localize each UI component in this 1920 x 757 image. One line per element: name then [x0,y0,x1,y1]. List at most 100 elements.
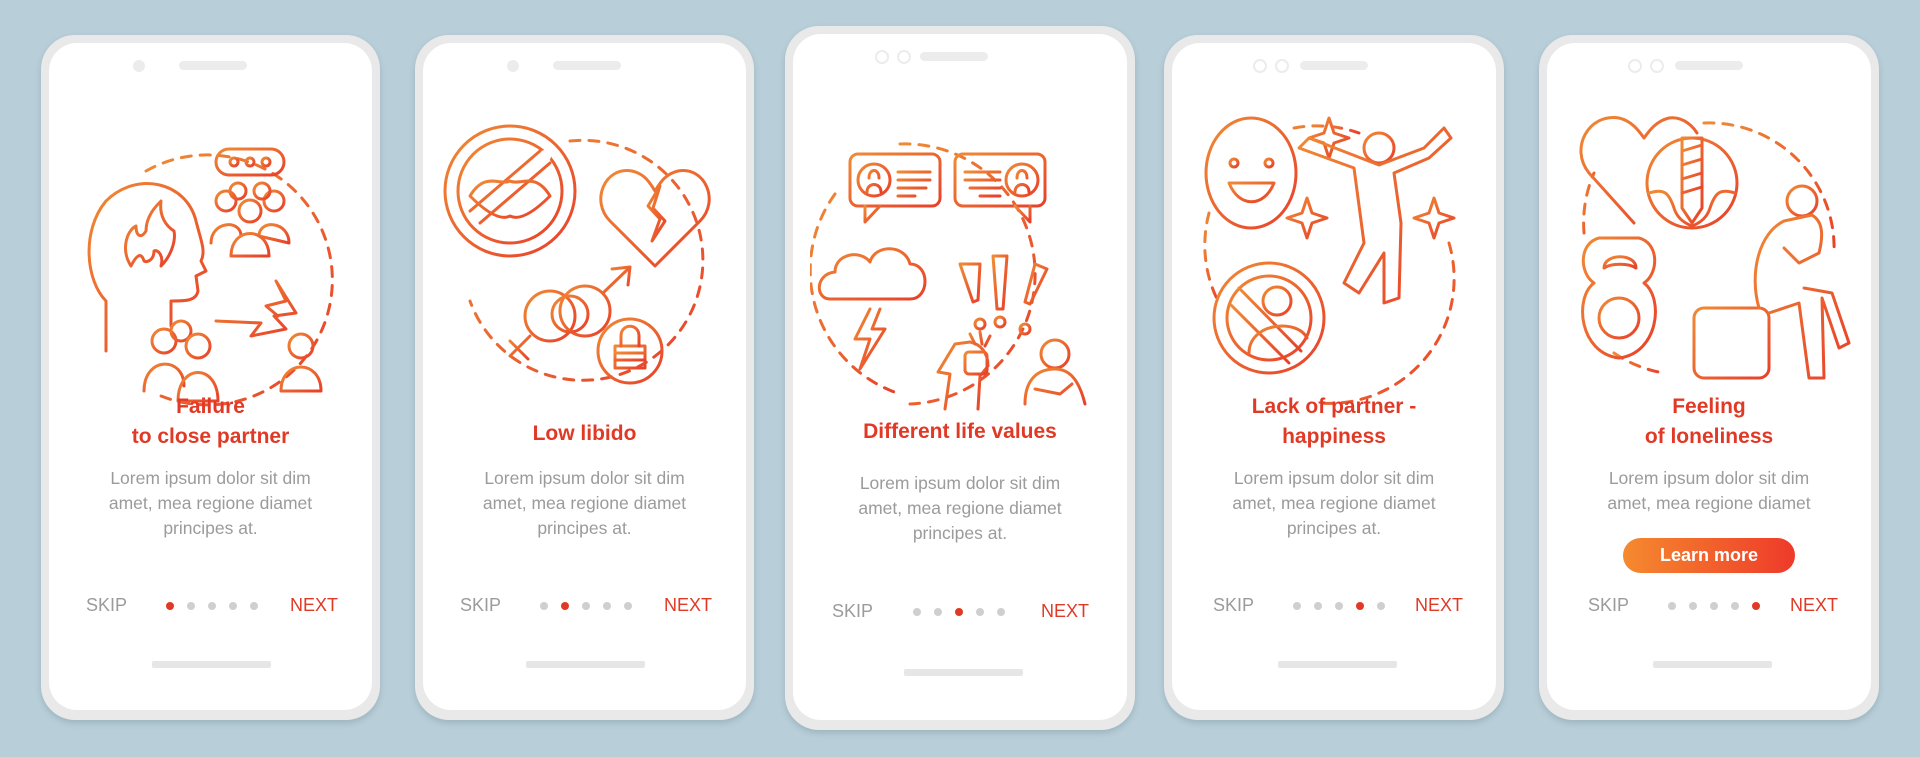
next-button[interactable]: NEXT [1790,595,1838,616]
description-line: principes at. [163,518,258,538]
onboarding-screen-5: Feeling of loneliness Lorem ipsum dolor … [1539,35,1879,720]
title-line: Low libido [532,422,637,445]
box-icon [1692,306,1771,380]
home-indicator[interactable] [526,661,645,668]
sensor-ring [1275,59,1289,73]
description-line: Lorem ipsum dolor sit dim [859,473,1061,493]
page-dot-4[interactable] [1731,602,1739,610]
page-dot-4[interactable] [976,608,984,616]
page-dot-5[interactable] [1377,602,1385,610]
description-line: amet, mea regione diamet [108,493,313,513]
phone-screen: Feeling of loneliness Lorem ipsum dolor … [1547,43,1871,710]
page-dot-1[interactable] [166,602,174,610]
description-line: principes at. [1286,518,1382,538]
page-dot-5[interactable] [624,602,632,610]
page-dot-4[interactable] [603,602,611,610]
screen-title: Lack of partner - happiness [1182,392,1486,452]
heart-with-drill-icon [1579,116,1739,230]
page-dot-4[interactable] [229,602,237,610]
page-dot-2[interactable] [187,602,195,610]
learn-more-button[interactable]: Learn more [1623,538,1795,573]
screen-description: Lorem ipsum dolor sit dim amet, mea regi… [453,466,716,541]
skip-button[interactable]: SKIP [1213,595,1254,616]
title-line: Feeling [1672,395,1746,418]
page-indicator [540,602,632,610]
page-dot-3[interactable] [582,602,590,610]
page-dot-3[interactable] [955,608,963,616]
page-dot-4[interactable] [1356,602,1364,610]
skip-button[interactable]: SKIP [460,595,501,616]
page-dot-5[interactable] [250,602,258,610]
camera-dot [133,60,145,72]
page-dot-2[interactable] [1689,602,1697,610]
camera-ring [875,50,889,64]
speaker-bar [1675,61,1743,70]
skip-button[interactable]: SKIP [86,595,127,616]
group-icon [142,319,219,403]
screen-description: Lorem ipsum dolor sit dim amet, mea regi… [1577,466,1841,516]
page-dot-2[interactable] [934,608,942,616]
home-indicator[interactable] [1653,661,1772,668]
group-with-speech-bubble-icon [209,147,290,258]
page-dot-3[interactable] [1335,602,1343,610]
next-button[interactable]: NEXT [664,595,712,616]
speaker-bar [1300,61,1368,70]
lock-icon [596,317,663,385]
page-indicator [1668,602,1760,610]
speaker-bar [553,61,621,70]
page-dot-3[interactable] [1710,602,1718,610]
home-indicator[interactable] [904,669,1023,676]
screen-title: Different life values [803,417,1117,447]
description-line: Lorem ipsum dolor sit dim [110,468,311,488]
page-dot-1[interactable] [1668,602,1676,610]
page-indicator [166,602,258,610]
home-indicator[interactable] [1278,661,1397,668]
illustration-feeling-of-loneliness [1547,103,1871,423]
arguing-people-icon [936,330,1087,411]
screen-title: Feeling of loneliness [1557,392,1861,452]
phone-screen: Different life values Lorem ipsum dolor … [793,34,1127,720]
skip-button[interactable]: SKIP [832,601,873,622]
page-dot-1[interactable] [540,602,548,610]
page-dot-1[interactable] [913,608,921,616]
lightning-conflict-icon [214,279,297,338]
sensor-ring [897,50,911,64]
description-line: principes at. [537,518,632,538]
screen-description: Lorem ipsum dolor sit dim amet, mea regi… [823,471,1097,546]
page-dot-5[interactable] [1752,602,1760,610]
onboarding-screen-2: Low libido Lorem ipsum dolor sit dim ame… [415,35,754,720]
page-dot-1[interactable] [1293,602,1301,610]
next-button[interactable]: NEXT [1041,601,1089,622]
next-button[interactable]: NEXT [1415,595,1463,616]
home-indicator[interactable] [152,661,271,668]
illustration-low-libido [423,101,746,421]
onboarding-screen-1: Failure to close partner Lorem ipsum dol… [41,35,380,720]
kettlebell-icon [1581,236,1657,360]
page-dot-5[interactable] [997,608,1005,616]
sensor-ring [1650,59,1664,73]
illustration-different-life-values [793,104,1127,424]
dashed-circle [898,142,1037,406]
no-kiss-icon [443,124,576,258]
screen-description: Lorem ipsum dolor sit dim amet, mea regi… [1202,466,1466,541]
title-line: happiness [1282,425,1386,448]
profile-chat-bubbles-icon [848,152,1047,224]
title-line: Different life values [863,420,1057,443]
page-dot-2[interactable] [561,602,569,610]
title-line: of loneliness [1644,425,1774,448]
camera-ring [1628,59,1642,73]
page-dot-3[interactable] [208,602,216,610]
next-button[interactable]: NEXT [290,595,338,616]
description-line: amet, mea regione diamet [482,493,687,513]
description-line: Lorem ipsum dolor sit dim [484,468,685,488]
storm-cloud-icon [817,247,927,371]
phone-screen: Failure to close partner Lorem ipsum dol… [49,43,372,710]
description-line: amet, mea regione diamet [1232,493,1436,513]
description-line: amet, mea regione diamet [858,498,1062,518]
page-dot-2[interactable] [1314,602,1322,610]
skip-button[interactable]: SKIP [1588,595,1629,616]
smiley-face-icon [1204,116,1298,230]
description-line: Lorem ipsum dolor sit dim [1608,468,1810,488]
speaker-bar [920,52,988,61]
camera-dot [507,60,519,72]
